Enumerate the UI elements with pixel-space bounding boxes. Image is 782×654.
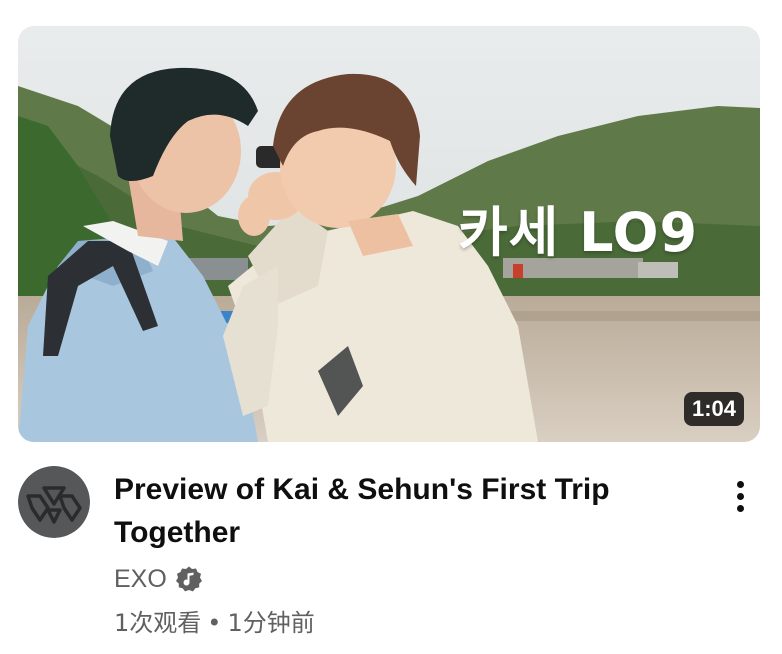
verified-music-note-icon (175, 565, 203, 593)
channel-link[interactable]: EXO (114, 562, 203, 596)
video-title[interactable]: Preview of Kai & Sehun's First Trip Toge… (114, 468, 674, 554)
thumbnail-logo-text: 카세 LO9 (458, 201, 699, 264)
channel-name: EXO (114, 565, 167, 593)
video-stats: 1次观看 • 1分钟前 (114, 606, 315, 640)
stats-separator: • (207, 609, 222, 637)
upload-age: 1分钟前 (227, 609, 315, 637)
more-vertical-icon-dot (736, 504, 744, 512)
video-thumbnail[interactable]: 카세 LO9 1:04 (18, 26, 760, 442)
view-count: 1次观看 (114, 609, 202, 637)
video-card: 카세 LO9 1:04 Preview of Kai & Sehun's Fir… (0, 0, 782, 654)
duration-badge: 1:04 (683, 392, 744, 426)
more-vertical-icon-dot (736, 492, 744, 500)
more-vertical-icon (736, 480, 744, 488)
exo-logo-icon (18, 466, 90, 538)
more-options-button[interactable] (722, 472, 758, 520)
channel-avatar[interactable] (18, 466, 90, 538)
